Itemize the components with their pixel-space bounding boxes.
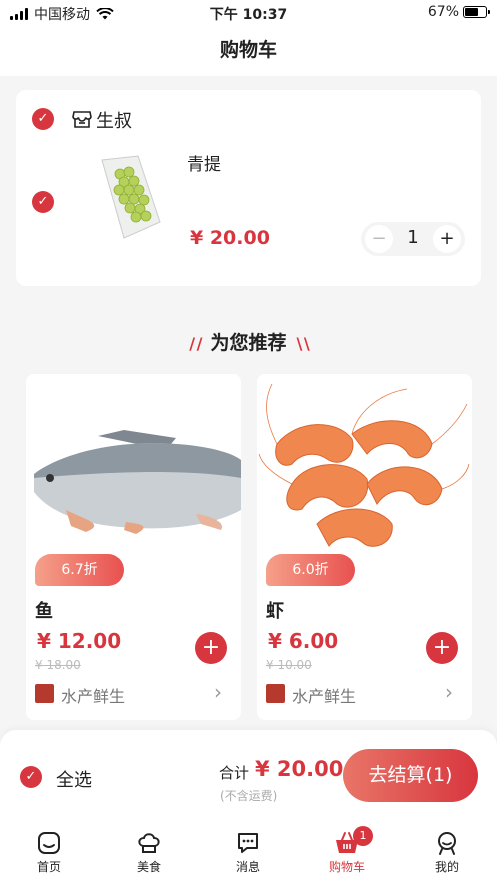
quantity-stepper: − 1 + — [361, 222, 465, 256]
tab-cart[interactable]: 购物车 1 — [317, 826, 377, 875]
product-card-fish[interactable]: 6.7折 鱼 ¥ 12.00 ¥ 18.00 + 水产鲜生 › — [26, 374, 241, 720]
product-image-shrimp — [257, 374, 472, 564]
product-original-price: ¥ 10.00 — [266, 658, 312, 672]
message-icon — [238, 833, 258, 853]
recommend-heading: / / 为您推荐 \ \ — [0, 328, 497, 355]
tab-label: 美食 — [136, 860, 161, 874]
product-name: 鱼 — [35, 601, 53, 622]
product-price: ¥ 12.00 — [37, 629, 122, 653]
product-image-fish — [26, 374, 241, 564]
cart-shop-card: ✓ 生叔 ✓ 青提 ¥ 20.00 − 1 + — [16, 90, 481, 286]
quantity-value: 1 — [407, 227, 419, 248]
quote-left-icon: / / — [189, 334, 202, 353]
chevron-right-icon[interactable]: › — [445, 680, 453, 704]
shop-checkbox[interactable]: ✓ — [32, 108, 54, 130]
page-title: 购物车 — [219, 39, 277, 61]
add-to-cart-button[interactable]: + — [195, 632, 227, 664]
product-image-grapes[interactable] — [94, 152, 166, 242]
total-label: 合计 — [219, 764, 250, 782]
tab-food[interactable]: 美食 — [119, 830, 179, 875]
discount-badge: 6.7折 — [35, 554, 124, 586]
chevron-right-icon[interactable]: › — [214, 680, 222, 704]
quote-right-icon: \ \ — [296, 334, 310, 353]
tab-profile[interactable]: 我的 — [417, 830, 477, 875]
tab-label: 消息 — [235, 860, 260, 874]
shipping-note: (不含运费) — [220, 789, 278, 803]
increase-button[interactable]: + — [433, 225, 461, 253]
add-to-cart-button[interactable]: + — [426, 632, 458, 664]
tab-messages[interactable]: 消息 — [218, 830, 278, 875]
checkout-bar: ✓ 全选 合计 ¥ 20.00 (不含运费) 去结算(1) — [0, 730, 497, 822]
tab-label: 购物车 — [328, 860, 365, 874]
product-name: 虾 — [266, 601, 284, 622]
checkout-button[interactable]: 去结算(1) — [343, 749, 478, 802]
cart-count-badge: 1 — [353, 826, 373, 846]
category-logo-icon — [266, 684, 285, 703]
product-original-price: ¥ 18.00 — [35, 658, 81, 672]
product-category[interactable]: 水产鲜生 — [61, 683, 125, 707]
chef-hat-icon — [138, 833, 160, 853]
product-category[interactable]: 水产鲜生 — [292, 683, 356, 707]
category-logo-icon — [35, 684, 54, 703]
select-all-label[interactable]: 全选 — [56, 766, 92, 792]
tab-label: 我的 — [434, 860, 459, 874]
battery-icon — [463, 6, 490, 18]
battery-percent: 67% — [427, 4, 459, 20]
tab-home[interactable]: 首页 — [19, 830, 79, 875]
decrease-button[interactable]: − — [365, 225, 393, 253]
select-all-checkbox[interactable]: ✓ — [20, 766, 42, 788]
nav-bar: 购物车 — [0, 26, 497, 76]
product-price: ¥ 6.00 — [268, 629, 339, 653]
total-value: ¥ 20.00 — [255, 757, 344, 781]
status-time: 下午 10:37 — [209, 7, 288, 23]
discount-badge: 6.0折 — [266, 554, 355, 586]
recommend-title: 为您推荐 — [210, 332, 287, 354]
item-checkbox[interactable]: ✓ — [32, 191, 54, 213]
tab-bar: 首页 美食 消息 购物车 1 我的 — [0, 822, 497, 883]
status-bar: 中国移动 下午 10:37 67% — [0, 0, 497, 26]
item-name[interactable]: 青提 — [187, 150, 221, 175]
item-price: ¥ 20.00 — [190, 227, 270, 249]
home-icon — [38, 832, 60, 854]
product-card-shrimp[interactable]: 6.0折 虾 ¥ 6.00 ¥ 10.00 + 水产鲜生 › — [257, 374, 472, 720]
tab-label: 首页 — [36, 860, 61, 874]
shop-name[interactable]: 生叔 — [96, 107, 132, 133]
store-icon — [72, 111, 92, 128]
user-icon — [438, 832, 456, 855]
